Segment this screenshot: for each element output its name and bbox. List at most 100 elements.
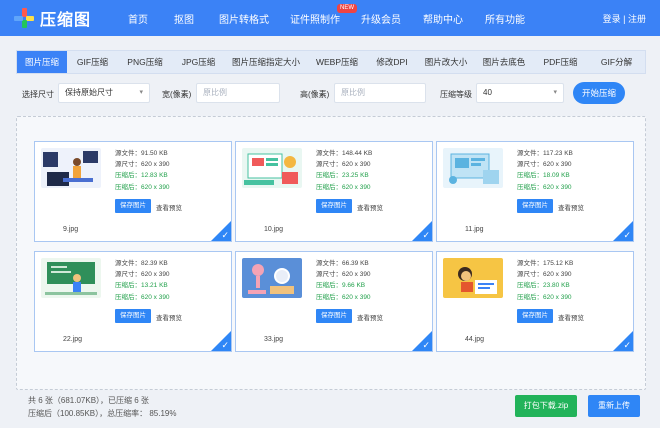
nav-id-photo[interactable]: 证件照制作 [290, 11, 340, 26]
login-separator: | [623, 14, 626, 24]
tab-jpg-compress[interactable]: JPG压缩 [172, 51, 225, 73]
file-name: 44.jpg [465, 336, 485, 343]
save-image-button[interactable]: 保存图片 [115, 199, 151, 213]
save-image-button[interactable]: 保存图片 [115, 309, 151, 323]
view-preview-link[interactable]: 查看预览 [558, 312, 584, 322]
image-card: 源文件：117.23 KB 源尺寸：620 x 390 压缩后：18.09 KB… [436, 141, 634, 242]
source-dimensions: 源尺寸：620 x 390 [115, 271, 170, 279]
view-preview-link[interactable]: 查看预览 [357, 312, 383, 322]
save-image-button[interactable]: 保存图片 [316, 199, 352, 213]
source-dimensions: 源尺寸：620 x 390 [316, 161, 371, 169]
image-card: 源文件：82.39 KB 源尺寸：620 x 390 压缩后：13.21 KB … [34, 251, 232, 352]
file-info: 源文件：82.39 KB 源尺寸：620 x 390 压缩后：13.21 KB … [115, 258, 170, 303]
tab-pdf-compress[interactable]: PDF压缩 [533, 51, 588, 73]
view-preview-link[interactable]: 查看预览 [156, 312, 182, 322]
check-icon: ✓ [623, 340, 631, 350]
chevron-down-icon: ▾ [553, 89, 557, 96]
file-info: 源文件：91.50 KB 源尺寸：620 x 390 压缩后：12.83 KB … [115, 148, 170, 193]
image-card: 源文件：91.50 KB 源尺寸：620 x 390 压缩后：12.83 KB … [34, 141, 232, 242]
file-info: 源文件：175.12 KB 源尺寸：620 x 390 压缩后：23.80 KB… [517, 258, 573, 303]
login-link[interactable]: 登录 [603, 14, 621, 24]
logo-text: 压缩图 [40, 12, 92, 29]
compressed-file-size: 压缩后：23.25 KB [316, 172, 369, 180]
compressed-file-size: 压缩后：13.21 KB [115, 282, 168, 290]
save-image-button[interactable]: 保存图片 [517, 309, 553, 323]
tab-image-compress[interactable]: 图片压缩 [17, 51, 67, 73]
tab-modify-dpi[interactable]: 修改DPI [367, 51, 417, 73]
tab-png-compress[interactable]: PNG压缩 [118, 51, 172, 73]
source-file-size: 源文件：148.44 KB [316, 150, 373, 157]
source-dimensions: 源尺寸：620 x 390 [316, 271, 371, 279]
source-dimensions: 源尺寸：620 x 390 [517, 161, 572, 169]
tab-resize-image[interactable]: 图片改大小 [417, 51, 475, 73]
download-zip-button[interactable]: 打包下载.zip [515, 395, 577, 417]
level-select[interactable]: 40 ▾ [476, 83, 564, 103]
tab-compress-to-size[interactable]: 图片压缩指定大小 [225, 51, 307, 73]
view-preview-link[interactable]: 查看预览 [558, 202, 584, 212]
file-name: 33.jpg [264, 336, 284, 343]
tab-gif-compress[interactable]: GIF压缩 [67, 51, 118, 73]
check-icon: ✓ [623, 230, 631, 240]
width-input[interactable]: 原比例 [196, 83, 280, 103]
tab-webp-compress[interactable]: WEBP压缩 [307, 51, 367, 73]
top-navigation-bar: 压缩图 首页 抠图 图片转格式 证件照制作 NEW 升级会员 帮助中心 所有功能… [0, 0, 660, 36]
file-name: 9.jpg [63, 226, 79, 233]
source-file-size: 源文件：66.39 KB [316, 260, 369, 267]
compressed-dimensions: 压缩后：620 x 390 [316, 293, 371, 301]
check-icon: ✓ [221, 340, 229, 350]
width-label: 宽(像素) [162, 90, 192, 99]
file-name: 11.jpg [465, 226, 484, 233]
size-select-value: 保持原始尺寸 [65, 88, 113, 97]
nav-home[interactable]: 首页 [128, 11, 148, 26]
level-label: 压缩等级 [440, 90, 472, 99]
file-name: 10.jpg [264, 226, 284, 233]
level-select-value: 40 [483, 88, 492, 97]
source-file-size: 源文件：91.50 KB [115, 150, 168, 157]
new-badge: NEW [337, 4, 357, 13]
height-input[interactable]: 原比例 [334, 83, 426, 103]
compressed-dimensions: 压缩后：620 x 390 [316, 183, 371, 191]
view-preview-link[interactable]: 查看预览 [357, 202, 383, 212]
thumbnail-image [443, 258, 503, 298]
summary-total: 共 6 张（681.07KB），已压缩 6 张 [28, 396, 149, 405]
save-image-button[interactable]: 保存图片 [316, 309, 352, 323]
check-icon: ✓ [221, 230, 229, 240]
start-compress-button[interactable]: 开始压缩 [573, 82, 625, 104]
image-card: 源文件：175.12 KB 源尺寸：620 x 390 压缩后：23.80 KB… [436, 251, 634, 352]
compressed-dimensions: 压缩后：620 x 390 [115, 183, 170, 191]
nav-all-features[interactable]: 所有功能 [485, 11, 525, 26]
nav-upgrade-vip[interactable]: 升级会员 [361, 11, 401, 26]
save-image-button[interactable]: 保存图片 [517, 199, 553, 213]
thumbnail-image [41, 258, 101, 298]
nav-help-center[interactable]: 帮助中心 [423, 11, 463, 26]
compressed-dimensions: 压缩后：620 x 390 [517, 183, 572, 191]
thumbnail-image [41, 148, 101, 188]
compressed-file-size: 压缩后：9.66 KB [316, 282, 366, 290]
check-icon: ✓ [422, 340, 430, 350]
check-icon: ✓ [422, 230, 430, 240]
compressed-file-size: 压缩后：12.83 KB [115, 172, 168, 180]
source-file-size: 源文件：175.12 KB [517, 260, 574, 267]
source-dimensions: 源尺寸：620 x 390 [517, 271, 572, 279]
function-tabs: 图片压缩 GIF压缩 PNG压缩 JPG压缩 图片压缩指定大小 WEBP压缩 修… [16, 50, 646, 74]
site-logo[interactable]: 压缩图 [14, 6, 91, 30]
file-info: 源文件：117.23 KB 源尺寸：620 x 390 压缩后：18.09 KB… [517, 148, 573, 193]
reupload-button[interactable]: 重新上传 [588, 395, 640, 417]
view-preview-link[interactable]: 查看预览 [156, 202, 182, 212]
compressed-file-size: 压缩后：18.09 KB [517, 172, 570, 180]
compressed-dimensions: 压缩后：620 x 390 [517, 293, 572, 301]
tab-remove-background[interactable]: 图片去底色 [475, 51, 533, 73]
file-info: 源文件：66.39 KB 源尺寸：620 x 390 压缩后：9.66 KB 压… [316, 258, 371, 303]
summary-compressed: 压缩后（100.85KB），总压缩率： 85.19% [28, 409, 177, 418]
nav-cutout[interactable]: 抠图 [174, 11, 194, 26]
image-card: 源文件：148.44 KB 源尺寸：620 x 390 压缩后：23.25 KB… [235, 141, 433, 242]
file-name: 22.jpg [63, 336, 83, 343]
source-dimensions: 源尺寸：620 x 390 [115, 161, 170, 169]
tab-gif-split[interactable]: GIF分解 [588, 51, 645, 73]
register-link[interactable]: 注册 [628, 14, 646, 24]
compressed-file-size: 压缩后：23.80 KB [517, 282, 570, 290]
nav-image-convert[interactable]: 图片转格式 [219, 11, 269, 26]
size-select-label: 选择尺寸 [22, 90, 54, 99]
thumbnail-image [443, 148, 503, 188]
size-select[interactable]: 保持原始尺寸 ▾ [58, 83, 150, 103]
